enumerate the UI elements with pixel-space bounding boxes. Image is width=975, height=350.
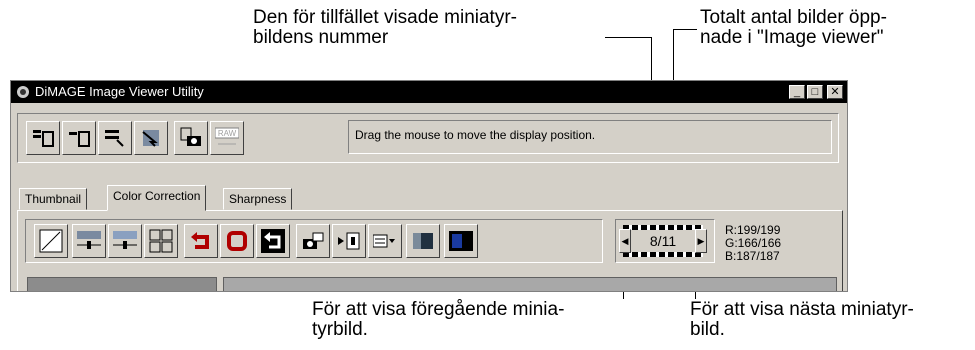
annotation-current-number: Den för tillfället visade miniatyr- bild… (253, 7, 517, 48)
annotation-prev-thumbnail: För att visa föregående minia- tyrbild. (312, 299, 565, 340)
image-counter: 8/11 (649, 233, 677, 249)
snapshot-button[interactable] (296, 224, 330, 258)
raw-icon: RAW (215, 127, 239, 145)
camera-snapshot-icon (303, 232, 324, 249)
apply-button[interactable] (332, 224, 366, 258)
menu-dropdown-icon (373, 234, 395, 248)
compare-icon (413, 233, 433, 249)
move-arrow-icon (142, 130, 159, 147)
tab-sharpness[interactable]: Sharpness (223, 188, 293, 210)
batch-icon (105, 130, 124, 147)
redo-icon (227, 231, 247, 251)
next-thumbnail-button[interactable]: ▶ (695, 229, 707, 253)
film-strip-counter: 8/11 (623, 223, 703, 259)
camera-icon (180, 127, 201, 146)
settings-menu-button[interactable] (368, 224, 402, 258)
tone-curve-button[interactable] (34, 224, 68, 258)
redo-button[interactable] (220, 224, 254, 258)
film-perforation-top (623, 225, 703, 230)
raw-button[interactable]: RAW (210, 121, 244, 155)
tab-thumbnail[interactable]: Thumbnail (19, 188, 88, 210)
color-balance-button[interactable] (108, 224, 142, 258)
move-image-button[interactable] (134, 121, 168, 155)
app-logo-icon (17, 86, 29, 98)
save-all-button[interactable] (26, 121, 60, 155)
annotation-next-thumbnail: För att visa nästa miniatyr- bild. (690, 299, 914, 340)
window-title: DiMAGE Image Viewer Utility (35, 84, 204, 99)
undo-button[interactable] (184, 224, 218, 258)
variation-button[interactable] (144, 224, 178, 258)
reset-button[interactable] (256, 224, 290, 258)
camera-save-button[interactable] (174, 121, 208, 155)
color-correction-toolbar (25, 219, 603, 263)
app-window: DiMAGE Image Viewer Utility _ □ ✕ RAW Dr… (10, 80, 848, 292)
close-button[interactable]: ✕ (827, 85, 843, 99)
undo-icon (191, 232, 209, 249)
title-bar: DiMAGE Image Viewer Utility _ □ ✕ (11, 81, 847, 103)
leader-total-count-h (673, 29, 697, 30)
save-selected-button[interactable] (62, 121, 96, 155)
compare-button[interactable] (406, 224, 440, 258)
reference-image-pane[interactable] (27, 277, 217, 291)
rgb-readout: R:199/199 G:166/166 B:187/187 (725, 224, 781, 263)
reset-icon (261, 229, 285, 253)
main-image-pane[interactable] (223, 277, 837, 291)
rgb-b-value: B:187/187 (725, 249, 780, 263)
grid-icon (149, 229, 173, 253)
batch-button[interactable] (98, 121, 132, 155)
apply-arrow-icon (338, 232, 360, 250)
minimize-button[interactable]: _ (789, 85, 805, 99)
brightness-slider-icon (77, 231, 101, 249)
maximize-button[interactable]: □ (807, 85, 823, 99)
fullscreen-button[interactable] (444, 224, 478, 258)
leader-current-number-h (605, 37, 652, 38)
film-perforation-bottom (623, 252, 703, 257)
annotation-total-count: Totalt antal bilder öpp- nade i "Image v… (700, 7, 887, 48)
tab-color-correction[interactable]: Color Correction (107, 185, 207, 211)
brightness-contrast-button[interactable] (72, 224, 106, 258)
save-all-icon (33, 130, 54, 147)
color-balance-icon (113, 231, 137, 249)
previous-thumbnail-button[interactable]: ◀ (619, 229, 631, 253)
raw-label: RAW (218, 129, 237, 138)
fullscreen-icon (449, 231, 473, 251)
save-selected-icon (69, 131, 90, 147)
tone-curve-icon (39, 229, 63, 253)
main-toolbar: RAW Drag the mouse to move the display p… (17, 113, 839, 163)
status-message: Drag the mouse to move the display posit… (348, 120, 832, 154)
